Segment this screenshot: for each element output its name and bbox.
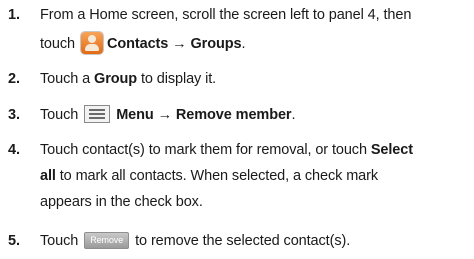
- step-number: 2.: [8, 71, 20, 87]
- step-text-bold: Group: [94, 71, 138, 87]
- step-text-line: Touch contact(s) to mark them for remova…: [40, 137, 472, 163]
- step-text: Touch contact(s) to mark them for remova…: [40, 137, 472, 215]
- menu-key-icon: [84, 104, 111, 123]
- step-number: 1.: [8, 7, 20, 23]
- step-text: From a Home screen, scroll the screen le…: [40, 2, 472, 57]
- step-text: Touch Remove to remove the selected contac…: [40, 228, 472, 254]
- step-number: 4.: [8, 142, 20, 158]
- step-text-bold: Select: [370, 142, 413, 158]
- step-text-fragment: .: [241, 36, 246, 52]
- step-number: 3.: [8, 107, 20, 123]
- step-text-fragment: Touch a: [40, 71, 95, 87]
- contacts-app-icon: [80, 31, 103, 54]
- step-text-bold: Contacts → Groups: [106, 36, 242, 52]
- step-number: 5.: [8, 233, 20, 249]
- step-text-line: appears in the check box.: [40, 194, 203, 210]
- step-text-bold: Menu → Remove member: [116, 107, 292, 123]
- step-text-fragment: to remove the selected contact(s).: [135, 233, 351, 249]
- step-text-fragment: touch: [40, 36, 75, 52]
- step-text: Touch a Group to display it.: [40, 66, 472, 92]
- step-text-line: all to mark all contacts. When selected,…: [40, 163, 472, 189]
- remove-button-image: Remove: [84, 231, 130, 249]
- step-text-fragment: to mark all contacts. When selected, a c…: [55, 168, 379, 184]
- step-text-fragment: .: [291, 107, 296, 123]
- step-text-fragment: Touch contact(s) to mark them for remova…: [40, 142, 371, 158]
- step-text-bold: all: [40, 168, 56, 184]
- step-text-line: From a Home screen, scroll the screen le…: [40, 7, 412, 23]
- step-text-fragment: to display it.: [137, 71, 217, 87]
- step-text-line: touch Contacts → Groups.: [40, 31, 472, 57]
- step-text-fragment: Touch: [40, 233, 79, 249]
- step-text: Touch Menu → Remove member.: [40, 102, 472, 128]
- instruction-list: 1. From a Home screen, scroll the screen…: [0, 0, 474, 259]
- step-text-fragment: Touch: [40, 107, 79, 123]
